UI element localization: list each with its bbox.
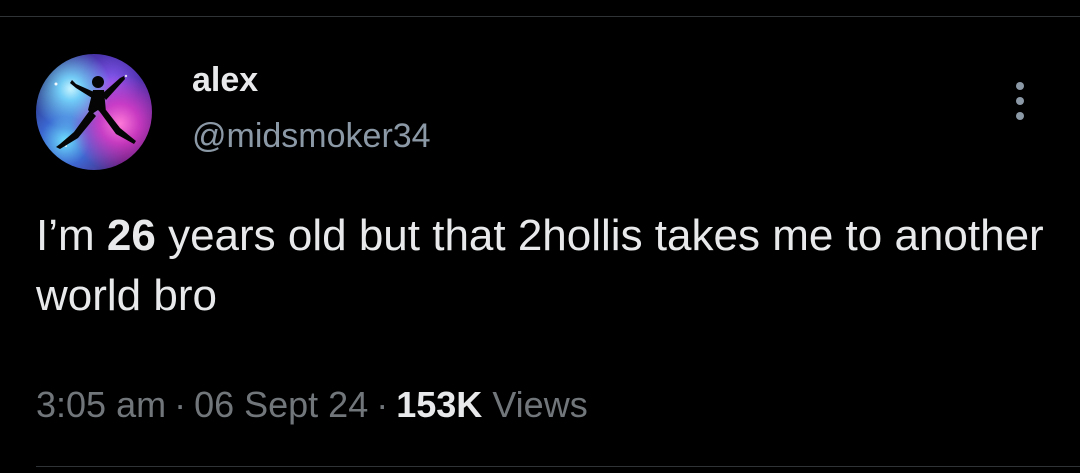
tweet-text: I’m 26 years old but that 2hollis takes … bbox=[36, 206, 1046, 326]
tweet-text-highlight: 26 bbox=[106, 211, 156, 260]
meta-separator: · bbox=[376, 384, 389, 425]
tweet-meta: 3:05 am · 06 Sept 24 · 153K Views bbox=[36, 380, 588, 430]
avatar[interactable] bbox=[36, 54, 152, 170]
tweet-text-after: years old but that 2hollis takes me to a… bbox=[36, 211, 1044, 320]
tweet-detail: alex @midsmoker34 I’m 26 years old but t… bbox=[0, 0, 1080, 473]
user-handle[interactable]: @midsmoker34 bbox=[192, 116, 431, 156]
tweet-text-before: I’m bbox=[36, 211, 107, 260]
bottom-divider bbox=[36, 466, 1080, 467]
top-divider bbox=[0, 16, 1080, 17]
tweet-date[interactable]: 06 Sept 24 bbox=[194, 384, 368, 425]
more-options-icon[interactable] bbox=[1004, 78, 1038, 124]
tweet-time[interactable]: 3:05 am bbox=[36, 384, 166, 425]
jumpman-silhouette-icon bbox=[54, 74, 136, 149]
meta-separator: · bbox=[174, 384, 187, 425]
display-name[interactable]: alex bbox=[192, 60, 258, 100]
views-label[interactable]: Views bbox=[492, 384, 587, 425]
views-count[interactable]: 153K bbox=[396, 384, 482, 425]
